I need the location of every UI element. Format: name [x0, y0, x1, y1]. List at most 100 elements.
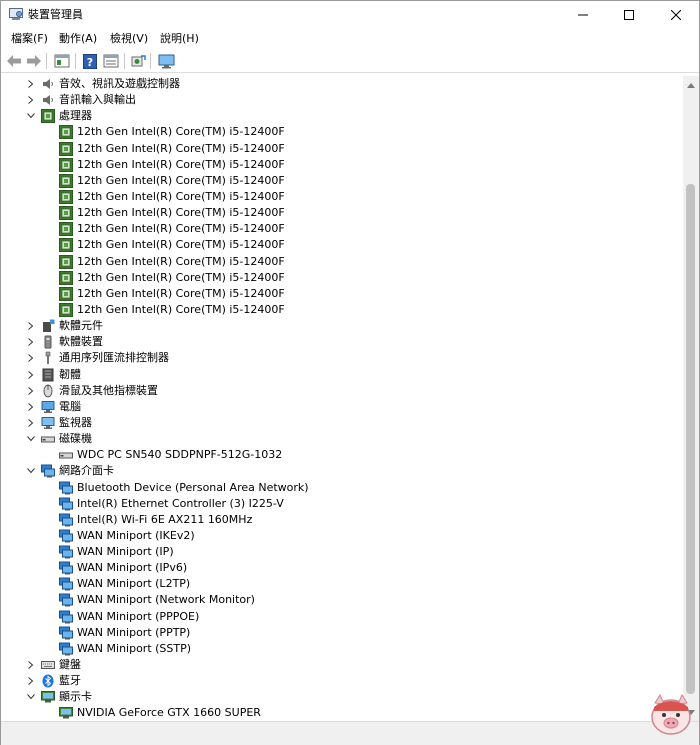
tree-device[interactable]: 12th Gen Intel(R) Core(TM) i5-12400F: [1, 157, 681, 173]
processor-icon: [59, 158, 73, 172]
network-adapter-icon: [59, 513, 73, 527]
chevron-down-icon[interactable]: [25, 108, 37, 124]
chevron-right-icon[interactable]: [25, 415, 37, 431]
tree-device[interactable]: 12th Gen Intel(R) Core(TM) i5-12400F: [1, 221, 681, 237]
tree-item-label: WAN Miniport (IKEv2): [77, 529, 195, 542]
tree-category[interactable]: 韌體: [1, 367, 681, 383]
tree-device[interactable]: Intel(R) Ethernet Controller (3) I225-V: [1, 496, 681, 512]
tree-item-label: 12th Gen Intel(R) Core(TM) i5-12400F: [77, 158, 285, 171]
tree-device[interactable]: WAN Miniport (IPv6): [1, 560, 681, 576]
menu-action[interactable]: 動作(A): [59, 31, 97, 47]
software-component-icon: [41, 319, 55, 333]
tree-item-label: WAN Miniport (IP): [77, 545, 174, 558]
chevron-right-icon[interactable]: [25, 350, 37, 366]
properties-button[interactable]: [53, 52, 71, 70]
display-adapter-icon: [59, 706, 73, 720]
network-adapter-icon: [59, 481, 73, 495]
network-adapter-icon: [59, 610, 73, 624]
menu-help[interactable]: 說明(H): [160, 31, 199, 47]
chevron-right-icon[interactable]: [25, 334, 37, 350]
software-device-icon: [41, 335, 55, 349]
tree-category[interactable]: 電腦: [1, 399, 681, 415]
view-button[interactable]: [102, 52, 120, 70]
chevron-right-icon[interactable]: [25, 383, 37, 399]
tree-device[interactable]: Bluetooth Device (Personal Area Network): [1, 480, 681, 496]
chevron-right-icon[interactable]: [25, 399, 37, 415]
tree-device[interactable]: WAN Miniport (IP): [1, 544, 681, 560]
tree-category[interactable]: 通用序列匯流排控制器: [1, 350, 681, 366]
tree-device[interactable]: 12th Gen Intel(R) Core(TM) i5-12400F: [1, 286, 681, 302]
network-adapter-icon: [59, 529, 73, 543]
tree-category[interactable]: 磁碟機: [1, 431, 681, 447]
tree-category[interactable]: 滑鼠及其他指標裝置: [1, 383, 681, 399]
tree-device[interactable]: 12th Gen Intel(R) Core(TM) i5-12400F: [1, 302, 681, 318]
tree-device[interactable]: 12th Gen Intel(R) Core(TM) i5-12400F: [1, 189, 681, 205]
tree-item-label: 12th Gen Intel(R) Core(TM) i5-12400F: [77, 142, 285, 155]
tree-category[interactable]: 音訊輸入與輸出: [1, 92, 681, 108]
tree-item-label: WAN Miniport (PPPOE): [77, 610, 200, 623]
tree-category[interactable]: 網路介面卡: [1, 463, 681, 479]
back-button[interactable]: [5, 52, 23, 70]
minimize-button[interactable]: [560, 1, 606, 29]
tree-device[interactable]: WAN Miniport (Network Monitor): [1, 592, 681, 608]
tree-category[interactable]: 軟體裝置: [1, 334, 681, 350]
chevron-right-icon[interactable]: [25, 76, 37, 92]
chevron-right-icon[interactable]: [25, 673, 37, 689]
tree-device[interactable]: 12th Gen Intel(R) Core(TM) i5-12400F: [1, 237, 681, 253]
tree-device[interactable]: 12th Gen Intel(R) Core(TM) i5-12400F: [1, 173, 681, 189]
tree-category[interactable]: 鍵盤: [1, 657, 681, 673]
chevron-right-icon[interactable]: [25, 92, 37, 108]
tree-device[interactable]: WAN Miniport (PPPOE): [1, 609, 681, 625]
close-button[interactable]: [653, 1, 699, 29]
processor-icon: [59, 206, 73, 220]
tree-item-label: 韌體: [59, 368, 81, 381]
tree-device[interactable]: WAN Miniport (PPTP): [1, 625, 681, 641]
tree-device[interactable]: 12th Gen Intel(R) Core(TM) i5-12400F: [1, 205, 681, 221]
menu-file[interactable]: 檔案(F): [11, 31, 48, 47]
maximize-button[interactable]: [606, 1, 652, 29]
scan-hardware-button[interactable]: [129, 52, 147, 70]
toolbar-separator: [46, 53, 47, 69]
keyboard-icon: [41, 658, 55, 672]
tree-category[interactable]: 軟體元件: [1, 318, 681, 334]
tree-device[interactable]: 12th Gen Intel(R) Core(TM) i5-12400F: [1, 141, 681, 157]
chevron-right-icon[interactable]: [25, 657, 37, 673]
chevron-right-icon[interactable]: [25, 367, 37, 383]
title-bar[interactable]: 裝置管理員: [1, 1, 699, 29]
chevron-down-icon[interactable]: [25, 431, 37, 447]
tree-device[interactable]: WAN Miniport (IKEv2): [1, 528, 681, 544]
toolbar: ?: [1, 49, 699, 73]
chevron-down-icon[interactable]: [25, 463, 37, 479]
tree-device[interactable]: 12th Gen Intel(R) Core(TM) i5-12400F: [1, 124, 681, 140]
monitor-button[interactable]: [157, 52, 175, 70]
tree-device[interactable]: WDC PC SN540 SDDPNPF-512G-1032: [1, 447, 681, 463]
tree-item-label: WAN Miniport (SSTP): [77, 642, 192, 655]
tree-category[interactable]: 顯示卡: [1, 689, 681, 705]
device-manager-window: 裝置管理員 檔案(F) 動作(A) 檢視(V) 說明(H) ? 音效、視訊及遊戲…: [0, 0, 700, 745]
chevron-right-icon[interactable]: [25, 318, 37, 334]
tree-device[interactable]: Intel(R) Wi-Fi 6E AX211 160MHz: [1, 512, 681, 528]
menu-view[interactable]: 檢視(V): [110, 31, 148, 47]
vertical-scrollbar[interactable]: [683, 76, 699, 721]
tree-device[interactable]: NVIDIA GeForce GTX 1660 SUPER: [1, 705, 681, 721]
scroll-up-button[interactable]: [683, 78, 699, 92]
forward-button[interactable]: [25, 52, 43, 70]
tree-category[interactable]: 處理器: [1, 108, 681, 124]
tree-item-label: 12th Gen Intel(R) Core(TM) i5-12400F: [77, 206, 285, 219]
device-tree[interactable]: 音效、視訊及遊戲控制器 音訊輸入與輸出 處理器 12th Gen Intel(R) C…: [1, 76, 683, 721]
tree-category[interactable]: 藍牙: [1, 673, 681, 689]
menu-bar: 檔案(F) 動作(A) 檢視(V) 說明(H): [1, 29, 699, 49]
tree-device[interactable]: WAN Miniport (L2TP): [1, 576, 681, 592]
processor-icon: [59, 190, 73, 204]
tree-device[interactable]: 12th Gen Intel(R) Core(TM) i5-12400F: [1, 270, 681, 286]
scrollbar-thumb[interactable]: [686, 184, 695, 694]
chevron-down-icon[interactable]: [25, 689, 37, 705]
tree-category[interactable]: 監視器: [1, 415, 681, 431]
tree-device[interactable]: 12th Gen Intel(R) Core(TM) i5-12400F: [1, 254, 681, 270]
tree-category[interactable]: 音效、視訊及遊戲控制器: [1, 76, 681, 92]
tree-item-label: Bluetooth Device (Personal Area Network): [77, 481, 309, 494]
network-adapter-icon: [59, 545, 73, 559]
tree-item-label: 12th Gen Intel(R) Core(TM) i5-12400F: [77, 238, 285, 251]
help-button[interactable]: ?: [81, 52, 99, 70]
tree-device[interactable]: WAN Miniport (SSTP): [1, 641, 681, 657]
